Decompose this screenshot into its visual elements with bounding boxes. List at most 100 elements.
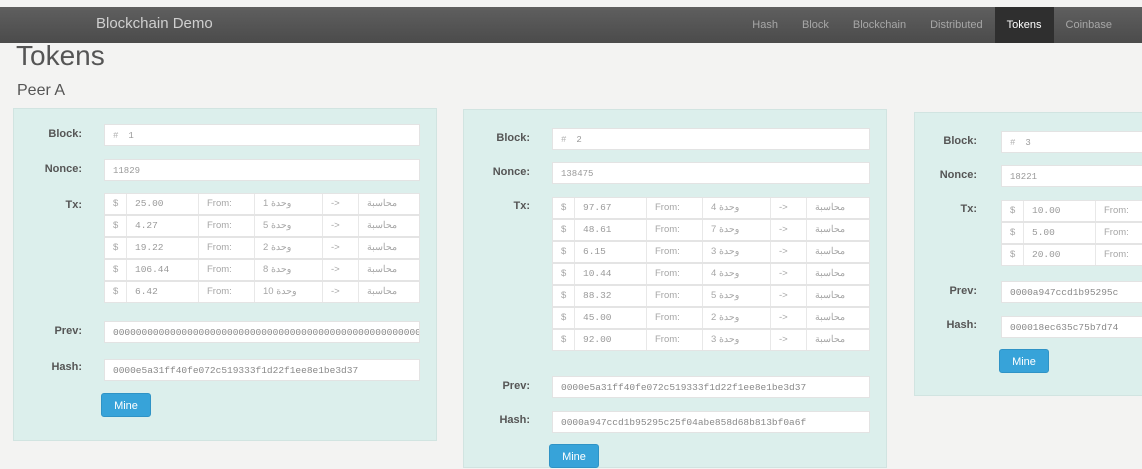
- tx-from-input[interactable]: 8 وحدة: [255, 260, 323, 280]
- hash-output: 000018ec635c75b7d74: [1001, 316, 1142, 338]
- prev-hash-input[interactable]: 0000e5a31ff40fe072c519333f1d22f1ee8e1be3…: [552, 376, 870, 398]
- from-label: From:: [1096, 201, 1142, 221]
- tx-amount-input[interactable]: 92.00: [575, 330, 647, 350]
- tx-to-input[interactable]: محاسبة: [359, 260, 419, 280]
- tx-to-input[interactable]: محاسبة: [807, 330, 867, 350]
- tx-amount-input[interactable]: 6.42: [127, 282, 199, 302]
- tx-to-input[interactable]: محاسبة: [359, 282, 419, 302]
- from-label: From:: [647, 264, 703, 284]
- tx-label: Tx:: [513, 200, 531, 212]
- tx-from-input[interactable]: 7 وحدة: [703, 220, 771, 240]
- block-label: Block:: [943, 135, 977, 147]
- nonce-input[interactable]: 11829: [104, 159, 420, 181]
- tx-amount-input[interactable]: 6.15: [575, 242, 647, 262]
- block-label: Block:: [496, 132, 530, 144]
- tx-from-input[interactable]: 10 وحدة: [255, 282, 323, 302]
- prev-hash-input[interactable]: 0000a947ccd1b95295c: [1001, 281, 1142, 303]
- tx-row: $ 45.00 From: 2 وحدة -> محاسبة: [552, 307, 870, 329]
- block-card-2: Block: #2 Nonce: 138475 Tx: $ 97.67 From…: [463, 109, 887, 468]
- nav-blockchain[interactable]: Blockchain: [841, 7, 918, 43]
- tx-from-input[interactable]: 3 وحدة: [703, 330, 771, 350]
- brand-link[interactable]: Blockchain Demo: [96, 15, 213, 32]
- tx-amount-input[interactable]: 25.00: [127, 194, 199, 214]
- mine-button[interactable]: Mine: [999, 349, 1049, 373]
- tx-to-input[interactable]: محاسبة: [807, 198, 867, 218]
- from-label: From:: [647, 330, 703, 350]
- nonce-input[interactable]: 18221: [1001, 165, 1142, 187]
- tx-amount-input[interactable]: 45.00: [575, 308, 647, 328]
- nav-block[interactable]: Block: [790, 7, 841, 43]
- from-label: From:: [1096, 223, 1142, 243]
- tx-amount-input[interactable]: 106.44: [127, 260, 199, 280]
- tx-from-input[interactable]: 3 وحدة: [703, 242, 771, 262]
- block-card-3: Block: #3 Nonce: 18221 Tx: $ 10.00 From:…: [914, 112, 1142, 396]
- block-number-value: 1: [128, 131, 134, 141]
- from-label: From:: [199, 216, 255, 236]
- from-label: From:: [647, 220, 703, 240]
- nav-distributed[interactable]: Distributed: [918, 7, 995, 43]
- block-number-input[interactable]: #2: [552, 128, 870, 150]
- tx-row: $ 10.44 From: 4 وحدة -> محاسبة: [552, 263, 870, 285]
- tx-to-input[interactable]: محاسبة: [359, 238, 419, 258]
- tx-amount-input[interactable]: 48.61: [575, 220, 647, 240]
- mine-button[interactable]: Mine: [101, 393, 151, 417]
- from-label: From:: [199, 238, 255, 258]
- tx-amount-input[interactable]: 20.00: [1024, 245, 1096, 265]
- tx-row: $ 88.32 From: 5 وحدة -> محاسبة: [552, 285, 870, 307]
- tx-from-input[interactable]: 4 وحدة: [703, 264, 771, 284]
- hash-symbol: #: [1010, 138, 1016, 148]
- nonce-label: Nonce:: [492, 166, 530, 178]
- dollar-sign: $: [553, 264, 575, 284]
- nav-coinbase[interactable]: Coinbase: [1054, 7, 1142, 43]
- nav-tokens[interactable]: Tokens: [994, 7, 1054, 43]
- block-number-input[interactable]: #1: [104, 124, 420, 146]
- dollar-sign: $: [553, 330, 575, 350]
- from-label: From:: [199, 194, 255, 214]
- tx-from-input[interactable]: 1 وحدة: [255, 194, 323, 214]
- tx-amount-input[interactable]: 10.44: [575, 264, 647, 284]
- tx-to-input[interactable]: محاسبة: [359, 216, 419, 236]
- nonce-label: Nonce:: [939, 169, 977, 181]
- hash-output: 0000e5a31ff40fe072c519333f1d22f1ee8e1be3…: [104, 359, 420, 381]
- tx-amount-input[interactable]: 5.00: [1024, 223, 1096, 243]
- tx-from-input[interactable]: 5 وحدة: [703, 286, 771, 306]
- nav-hash[interactable]: Hash: [740, 7, 790, 43]
- hash-symbol: #: [113, 131, 119, 141]
- arrow-label: ->: [323, 260, 359, 280]
- tx-to-input[interactable]: محاسبة: [807, 220, 867, 240]
- prev-label: Prev:: [54, 325, 82, 337]
- tx-amount-input[interactable]: 10.00: [1024, 201, 1096, 221]
- arrow-label: ->: [323, 194, 359, 214]
- tx-amount-input[interactable]: 88.32: [575, 286, 647, 306]
- dollar-sign: $: [105, 238, 127, 258]
- tx-row: $ 97.67 From: 4 وحدة -> محاسبة: [552, 197, 870, 219]
- tx-from-input[interactable]: 2 وحدة: [703, 308, 771, 328]
- arrow-label: ->: [771, 264, 807, 284]
- arrow-label: ->: [323, 216, 359, 236]
- arrow-label: ->: [323, 238, 359, 258]
- tx-amount-input[interactable]: 4.27: [127, 216, 199, 236]
- tx-amount-input[interactable]: 97.67: [575, 198, 647, 218]
- tx-from-input[interactable]: 2 وحدة: [255, 238, 323, 258]
- dollar-sign: $: [1002, 201, 1024, 221]
- tx-to-input[interactable]: محاسبة: [807, 308, 867, 328]
- tx-to-input[interactable]: محاسبة: [807, 264, 867, 284]
- tx-to-input[interactable]: محاسبة: [807, 242, 867, 262]
- hash-label: Hash:: [499, 414, 530, 426]
- tx-to-input[interactable]: محاسبة: [807, 286, 867, 306]
- top-navbar: Blockchain Demo Hash Block Blockchain Di…: [0, 7, 1142, 43]
- tx-amount-input[interactable]: 19.22: [127, 238, 199, 258]
- nonce-input[interactable]: 138475: [552, 162, 870, 184]
- tx-from-input[interactable]: 5 وحدة: [255, 216, 323, 236]
- arrow-label: ->: [771, 308, 807, 328]
- prev-hash-input[interactable]: 0000000000000000000000000000000000000000…: [104, 321, 420, 343]
- dollar-sign: $: [105, 260, 127, 280]
- arrow-label: ->: [771, 242, 807, 262]
- tx-row: $ 20.00 From:: [1001, 244, 1142, 266]
- from-label: From:: [199, 282, 255, 302]
- tx-to-input[interactable]: محاسبة: [359, 194, 419, 214]
- mine-button[interactable]: Mine: [549, 444, 599, 468]
- block-number-input[interactable]: #3: [1001, 131, 1142, 153]
- tx-from-input[interactable]: 4 وحدة: [703, 198, 771, 218]
- block-card-1: Block: #1 Nonce: 11829 Tx: $ 25.00 From:…: [13, 108, 437, 441]
